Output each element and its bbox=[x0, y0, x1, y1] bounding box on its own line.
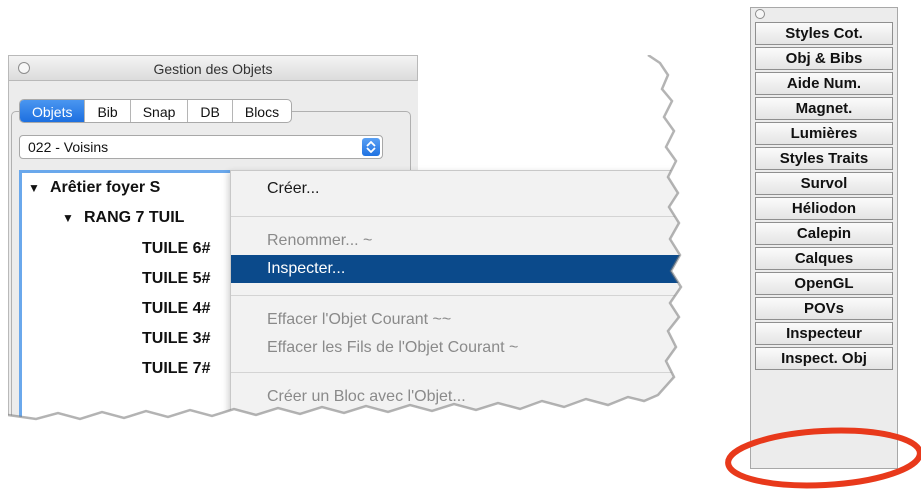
close-button[interactable] bbox=[755, 9, 765, 19]
palette-button-inspect-obj[interactable]: Inspect. Obj bbox=[755, 347, 893, 370]
tree-item[interactable]: TUILE 6# bbox=[142, 240, 210, 258]
palette-button-lumieres[interactable]: Lumières bbox=[755, 122, 893, 145]
palette-button-calques[interactable]: Calques bbox=[755, 247, 893, 270]
menu-item-renommer[interactable]: Renommer... ~ bbox=[231, 227, 688, 255]
palette-button-survol[interactable]: Survol bbox=[755, 172, 893, 195]
tree-item[interactable]: TUILE 5# bbox=[142, 270, 210, 288]
palette-button-styles-cot[interactable]: Styles Cot. bbox=[755, 22, 893, 45]
group-select-value: 022 - Voisins bbox=[28, 139, 109, 155]
tab-snap[interactable]: Snap bbox=[131, 100, 189, 122]
chevron-updown-icon[interactable] bbox=[362, 138, 380, 156]
window-title: Gestion des Objets bbox=[153, 61, 273, 77]
tab-blocs[interactable]: Blocs bbox=[233, 100, 291, 122]
objects-manager-window: Objets Bib Snap DB Blocs 022 - Voisins ▼… bbox=[8, 55, 688, 425]
context-menu: Créer... Renommer... ~ Inspecter... Effa… bbox=[230, 170, 688, 425]
menu-separator bbox=[231, 216, 688, 217]
palette-button-aide-num[interactable]: Aide Num. bbox=[755, 72, 893, 95]
menu-item-inspecter[interactable]: Inspecter... bbox=[231, 255, 688, 283]
menu-separator bbox=[231, 372, 688, 373]
tree-item[interactable]: TUILE 7# bbox=[142, 360, 210, 378]
objects-manager-panel: Objets Bib Snap DB Blocs 022 - Voisins ▼… bbox=[8, 55, 688, 425]
palette-button-styles-traits[interactable]: Styles Traits bbox=[755, 147, 893, 170]
tree-item[interactable]: ▼ Arêtier foyer S bbox=[28, 179, 160, 197]
window-titlebar[interactable]: Gestion des Objets bbox=[8, 55, 418, 81]
triangle-down-icon[interactable]: ▼ bbox=[28, 181, 50, 195]
menu-item-creer-bloc[interactable]: Créer un Bloc avec l'Objet... bbox=[231, 383, 688, 411]
menu-separator bbox=[231, 295, 688, 296]
tab-objets[interactable]: Objets bbox=[20, 100, 85, 122]
tree-item[interactable]: TUILE 4# bbox=[142, 300, 210, 318]
palette-button-povs[interactable]: POVs bbox=[755, 297, 893, 320]
tab-bib[interactable]: Bib bbox=[85, 100, 130, 122]
tab-db[interactable]: DB bbox=[188, 100, 232, 122]
palette-button-magnet[interactable]: Magnet. bbox=[755, 97, 893, 120]
palette-button-obj-bibs[interactable]: Obj & Bibs bbox=[755, 47, 893, 70]
palette-button-inspecteur[interactable]: Inspecteur bbox=[755, 322, 893, 345]
palette-button-calepin[interactable]: Calepin bbox=[755, 222, 893, 245]
group-select[interactable]: 022 - Voisins bbox=[19, 135, 383, 159]
menu-item-effacer-objet[interactable]: Effacer l'Objet Courant ~~ bbox=[231, 306, 688, 334]
menu-item-effacer-fils[interactable]: Effacer les Fils de l'Objet Courant ~ bbox=[231, 334, 688, 362]
palette-button-heliodon[interactable]: Héliodon bbox=[755, 197, 893, 220]
tree-item[interactable]: ▼ RANG 7 TUIL bbox=[62, 209, 184, 227]
triangle-down-icon[interactable]: ▼ bbox=[62, 211, 84, 225]
tree-item[interactable]: TUILE 3# bbox=[142, 330, 210, 348]
tab-bar: Objets Bib Snap DB Blocs bbox=[19, 99, 292, 123]
menu-item-creer[interactable]: Créer... bbox=[231, 175, 688, 203]
palette-button-opengl[interactable]: OpenGL bbox=[755, 272, 893, 295]
tools-palette: Styles Cot. Obj & Bibs Aide Num. Magnet.… bbox=[750, 7, 898, 469]
